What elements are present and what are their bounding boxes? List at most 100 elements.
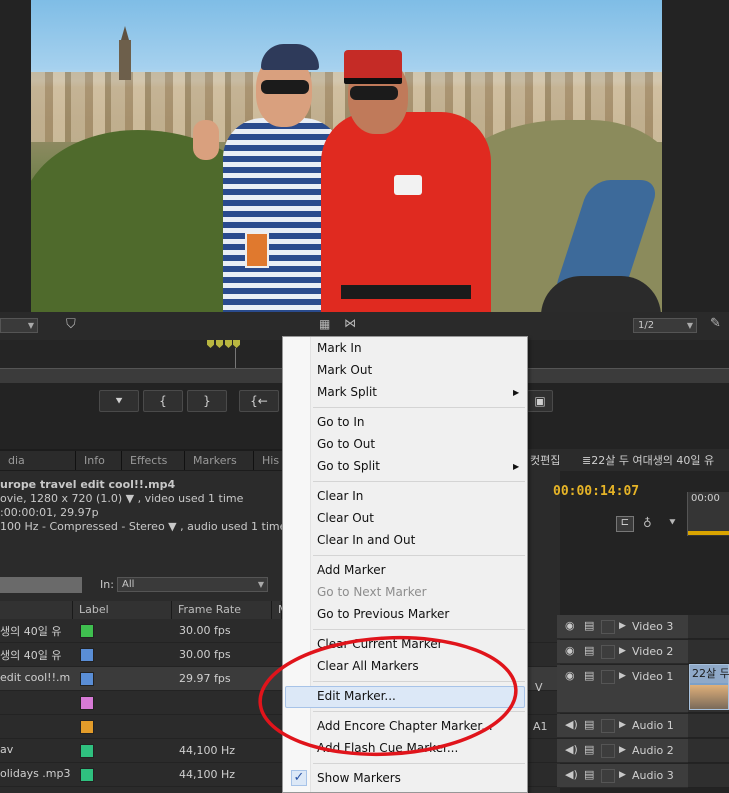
track-area[interactable] (688, 764, 729, 788)
chevron-right-icon[interactable]: ▶ (619, 770, 626, 780)
sync-lock-icon[interactable]: ▤ (584, 644, 594, 657)
track-area[interactable] (688, 714, 729, 738)
track-header[interactable]: ◉ ▤ ▶ Video 1 (557, 665, 688, 713)
chevron-right-icon[interactable]: ▶ (619, 621, 626, 631)
chevron-right-icon[interactable]: ▶ (619, 646, 626, 656)
search-input[interactable] (0, 577, 82, 593)
track-lock-toggle[interactable] (601, 744, 615, 758)
chevron-right-icon[interactable]: ▶ (619, 745, 626, 755)
wrench-icon[interactable]: ✎ (710, 316, 721, 331)
label-color-swatch[interactable] (80, 720, 94, 734)
chevron-down-icon: ▼ (27, 321, 34, 330)
export-frame-button[interactable]: ▣ (527, 390, 553, 412)
work-area-bar[interactable] (688, 531, 729, 535)
menu-item-edit-marker[interactable]: Edit Marker... (317, 689, 396, 703)
track-header[interactable]: ◉ ▤ ▶ Video 3 (557, 615, 688, 639)
sequence-timecode[interactable]: 00:00:14:07 (553, 484, 639, 499)
sync-lock-icon[interactable]: ▤ (584, 743, 594, 756)
track-area[interactable] (688, 739, 729, 763)
column-frame-rate[interactable]: Frame Rate (172, 601, 272, 619)
menu-item-go-to-out[interactable]: Go to Out (317, 437, 375, 451)
film-icon[interactable]: ▦ (319, 317, 330, 331)
track-lock-toggle[interactable] (601, 620, 615, 634)
column-media[interactable]: M (272, 601, 288, 619)
menu-item-add-flash-cue-marker[interactable]: Add Flash Cue Marker... (317, 741, 458, 755)
menu-item-clear-in-and-out[interactable]: Clear In and Out (317, 533, 415, 547)
sync-lock-icon[interactable]: ▤ (584, 768, 594, 781)
shield-marker-icon[interactable]: ⛉ (66, 317, 76, 332)
tab-sequence-main[interactable]: ≣22살 두 여대생의 40일 유 (582, 452, 714, 468)
menu-item-go-to-previous-marker[interactable]: Go to Previous Marker (317, 607, 449, 621)
track-header[interactable]: ◀) ▤ ▶ Audio 3 (557, 764, 688, 788)
eye-icon[interactable]: ◉ (565, 669, 575, 682)
track-label: Audio 2 (632, 744, 674, 757)
sync-lock-icon[interactable]: ▤ (584, 619, 594, 632)
track-lock-toggle[interactable] (601, 645, 615, 659)
track-area[interactable] (688, 615, 729, 639)
source-lane-a1[interactable]: A1 (533, 720, 548, 733)
resolution-dropdown[interactable]: 1/2 ▼ (633, 318, 697, 333)
video-preview (31, 0, 662, 312)
submenu-arrow-icon: ▶ (513, 462, 520, 471)
go-to-in-button[interactable]: {← (239, 390, 279, 412)
menu-item-mark-split[interactable]: Mark Split (317, 385, 377, 399)
sequence-icon: ≣ (582, 454, 592, 467)
track-header[interactable]: ◉ ▤ ▶ Video 2 (557, 640, 688, 664)
audio-waveform-icon[interactable]: ⋈ (344, 316, 356, 330)
eye-icon[interactable]: ◉ (565, 619, 575, 632)
peace-sign-hand (193, 120, 219, 160)
track-lock-toggle[interactable] (601, 769, 615, 783)
person-right-belt (341, 285, 471, 299)
speaker-icon[interactable]: ◀) (565, 768, 578, 781)
menu-item-clear-out[interactable]: Clear Out (317, 511, 374, 525)
track-lock-toggle[interactable] (601, 719, 615, 733)
tab-effects[interactable]: Effects (122, 451, 185, 470)
track-area[interactable] (688, 640, 729, 664)
label-color-swatch[interactable] (80, 768, 94, 782)
tab-info[interactable]: Info (76, 451, 122, 470)
menu-item-clear-all-markers[interactable]: Clear All Markers (317, 659, 419, 673)
chevron-right-icon[interactable]: ▶ (619, 671, 626, 681)
menu-item-go-to-split[interactable]: Go to Split (317, 459, 380, 473)
menu-item-mark-in[interactable]: Mark In (317, 341, 362, 355)
tab-history[interactable]: His (254, 451, 284, 470)
speaker-icon[interactable]: ◀) (565, 743, 578, 756)
sync-lock-icon[interactable]: ▤ (584, 669, 594, 682)
track-header[interactable]: ◀) ▤ ▶ Audio 2 (557, 739, 688, 763)
column-label[interactable]: Label (73, 601, 172, 619)
tab-sequence-cut[interactable]: 컷편집 (530, 452, 560, 468)
menu-item-clear-current-marker[interactable]: Clear Current Marker (317, 637, 443, 651)
ruler-tick (235, 348, 236, 368)
track-lock-toggle[interactable] (601, 670, 615, 684)
marker-icon[interactable]: ⯆ (668, 516, 677, 530)
menu-item-add-encore-chapter-marker[interactable]: Add Encore Chapter Marker... (317, 719, 493, 733)
mark-out-button[interactable]: } (187, 390, 227, 412)
column-name[interactable] (0, 601, 73, 619)
clip-video-info: ovie, 1280 x 720 (1.0) ▼ , video used 1 … (0, 492, 244, 505)
source-lane-v[interactable]: V (535, 681, 543, 694)
menu-item-show-markers[interactable]: Show Markers (317, 771, 401, 785)
speaker-icon[interactable]: ◀) (565, 718, 578, 731)
lightbulb-icon[interactable]: ♁ (643, 516, 652, 530)
menu-item-clear-in[interactable]: Clear In (317, 489, 363, 503)
label-color-swatch[interactable] (80, 624, 94, 638)
chevron-right-icon[interactable]: ▶ (619, 720, 626, 730)
eye-icon[interactable]: ◉ (565, 644, 575, 657)
menu-item-add-marker[interactable]: Add Marker (317, 563, 386, 577)
track-header[interactable]: ◀) ▤ ▶ Audio 1 (557, 714, 688, 738)
label-color-swatch[interactable] (80, 648, 94, 662)
label-color-swatch[interactable] (80, 672, 94, 686)
add-marker-button[interactable]: ⯆ (99, 390, 139, 412)
tab-markers[interactable]: Markers (185, 451, 254, 470)
sync-lock-icon[interactable]: ▤ (584, 718, 594, 731)
label-color-swatch[interactable] (80, 744, 94, 758)
zoom-dropdown[interactable]: ▼ (0, 318, 38, 333)
in-filter-dropdown[interactable]: All ▼ (117, 577, 268, 592)
label-color-swatch[interactable] (80, 696, 94, 710)
snap-icon[interactable]: ⊏ (616, 516, 634, 532)
menu-item-mark-out[interactable]: Mark Out (317, 363, 372, 377)
menu-separator (313, 407, 525, 408)
menu-item-go-to-in[interactable]: Go to In (317, 415, 364, 429)
mark-in-button[interactable]: { (143, 390, 183, 412)
tab-media-browser[interactable]: dia Browser (0, 451, 76, 486)
